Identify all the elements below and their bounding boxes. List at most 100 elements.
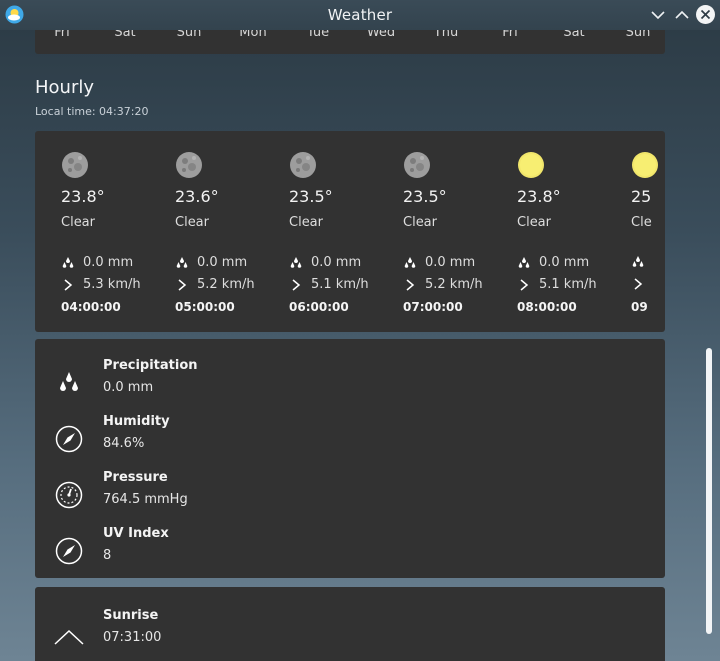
wind-direction-icon	[61, 278, 75, 292]
hourly-precipitation-row: 0.0 mm	[403, 255, 475, 270]
hourly-item[interactable]: 23.8° Clear 0.0 mm 5.3 km/h 04:00:00	[35, 131, 145, 332]
sun-icon	[631, 151, 659, 179]
day-label[interactable]: Sun	[608, 30, 668, 40]
hourly-temperature: 23.5°	[289, 187, 333, 206]
hourly-time: 06:00:00	[289, 300, 349, 314]
raindrops-icon	[289, 256, 303, 270]
current-details-card: Precipitation 0.0 mm Humidity 84.6% Pres…	[35, 339, 665, 578]
hourly-condition: Clear	[175, 215, 209, 230]
close-icon	[700, 9, 711, 20]
day-label[interactable]: Mon	[223, 30, 283, 40]
day-label[interactable]: Tue	[288, 30, 348, 40]
hourly-wind-row	[631, 277, 653, 291]
weather-app-icon	[5, 5, 24, 24]
hourly-forecast-card[interactable]: 23.8° Clear 0.0 mm 5.3 km/h 04:00:00 23.…	[35, 131, 665, 332]
hourly-temperature: 23.8°	[517, 187, 561, 206]
hourly-condition: Clear	[289, 215, 323, 230]
compass-icon	[54, 424, 84, 454]
day-label[interactable]: Sun	[159, 30, 219, 40]
hourly-precipitation-row: 0.0 mm	[289, 255, 361, 270]
hourly-item[interactable]: 23.5° Clear 0.0 mm 5.2 km/h 07:00:00	[377, 131, 487, 332]
detail-label: Humidity	[103, 414, 170, 429]
hourly-wind-value: 5.1 km/h	[311, 277, 369, 292]
hourly-temperature: 23.8°	[61, 187, 105, 206]
humidity-detail: Humidity 84.6%	[35, 414, 665, 464]
raindrops-icon	[61, 256, 75, 270]
hourly-precipitation-row: 0.0 mm	[517, 255, 589, 270]
hourly-wind-value: 5.2 km/h	[425, 277, 483, 292]
chevron-down-icon	[651, 11, 665, 20]
hourly-precip-value: 0.0 mm	[311, 255, 362, 270]
sun-times-card: Sunrise 07:31:00	[35, 587, 665, 661]
hourly-item[interactable]: 23.8° Clear 0.0 mm 5.1 km/h 08:00:00	[491, 131, 601, 332]
maximize-button[interactable]	[673, 6, 691, 24]
wind-direction-icon	[403, 278, 417, 292]
detail-label: Sunrise	[103, 608, 159, 623]
hourly-precipitation-row	[631, 255, 653, 269]
window-title: Weather	[327, 6, 393, 24]
hourly-item[interactable]: 25 Cle 09	[605, 131, 665, 332]
hourly-time: 09	[631, 300, 648, 314]
sun-icon	[517, 151, 545, 179]
hourly-wind-row: 5.3 km/h	[61, 277, 141, 292]
hourly-precipitation-row: 0.0 mm	[175, 255, 247, 270]
raindrops-icon	[517, 256, 531, 270]
hourly-precip-value: 0.0 mm	[539, 255, 590, 270]
moon-icon	[289, 151, 317, 179]
precipitation-detail: Precipitation 0.0 mm	[35, 358, 665, 408]
day-label[interactable]: Fri	[32, 30, 92, 40]
hourly-time: 05:00:00	[175, 300, 235, 314]
detail-label: Precipitation	[103, 358, 198, 373]
day-label[interactable]: Thu	[416, 30, 476, 40]
detail-value: 84.6%	[103, 436, 145, 451]
hourly-time: 08:00:00	[517, 300, 577, 314]
day-label[interactable]: Wed	[351, 30, 411, 40]
wind-direction-icon	[517, 278, 531, 292]
hourly-wind-value: 5.2 km/h	[197, 277, 255, 292]
raindrops-icon	[403, 256, 417, 270]
day-label[interactable]: Fri	[480, 30, 540, 40]
hourly-condition: Clear	[61, 215, 95, 230]
hourly-condition: Clear	[517, 215, 551, 230]
hourly-item[interactable]: 23.5° Clear 0.0 mm 5.1 km/h 06:00:00	[263, 131, 373, 332]
hourly-temperature: 23.5°	[403, 187, 447, 206]
hourly-wind-value: 5.3 km/h	[83, 277, 141, 292]
hourly-time: 07:00:00	[403, 300, 463, 314]
hourly-wind-row: 5.2 km/h	[175, 277, 255, 292]
moon-icon	[175, 151, 203, 179]
raindrops-icon	[631, 255, 645, 269]
hourly-precip-value: 0.0 mm	[83, 255, 134, 270]
local-time-label: Local time: 04:37:20	[35, 105, 149, 118]
raindrops-icon	[175, 256, 189, 270]
hourly-precip-value: 0.0 mm	[425, 255, 476, 270]
uv-index-detail: UV Index 8	[35, 526, 665, 576]
title-bar: Weather	[0, 0, 720, 30]
sunrise-detail: Sunrise 07:31:00	[35, 608, 665, 658]
hourly-temperature: 25	[631, 187, 652, 206]
close-button[interactable]	[696, 5, 715, 24]
compass-icon	[54, 536, 84, 566]
hourly-wind-row: 5.2 km/h	[403, 277, 483, 292]
hourly-condition: Clear	[403, 215, 437, 230]
pressure-detail: Pressure 764.5 mmHg	[35, 470, 665, 520]
raindrops-icon	[54, 368, 84, 398]
minimize-button[interactable]	[649, 6, 667, 24]
main-scroll-area[interactable]: Fri Sat Sun Mon Tue Wed Thu Fri Sat Sun …	[0, 30, 720, 661]
detail-label: Pressure	[103, 470, 168, 485]
hourly-condition: Cle	[631, 215, 652, 230]
hourly-item[interactable]: 23.6° Clear 0.0 mm 5.2 km/h 05:00:00	[149, 131, 259, 332]
day-label[interactable]: Sat	[95, 30, 155, 40]
hourly-wind-value: 5.1 km/h	[539, 277, 597, 292]
hourly-section-title: Hourly	[35, 77, 95, 98]
hourly-precip-value: 0.0 mm	[197, 255, 248, 270]
hourly-wind-row: 5.1 km/h	[289, 277, 369, 292]
hourly-time: 04:00:00	[61, 300, 121, 314]
moon-icon	[403, 151, 431, 179]
detail-value: 0.0 mm	[103, 380, 154, 395]
day-label[interactable]: Sat	[544, 30, 604, 40]
detail-label: UV Index	[103, 526, 169, 541]
hourly-precipitation-row: 0.0 mm	[61, 255, 133, 270]
vertical-scrollbar[interactable]	[706, 348, 712, 634]
detail-value: 07:31:00	[103, 630, 162, 645]
gauge-icon	[54, 480, 84, 510]
